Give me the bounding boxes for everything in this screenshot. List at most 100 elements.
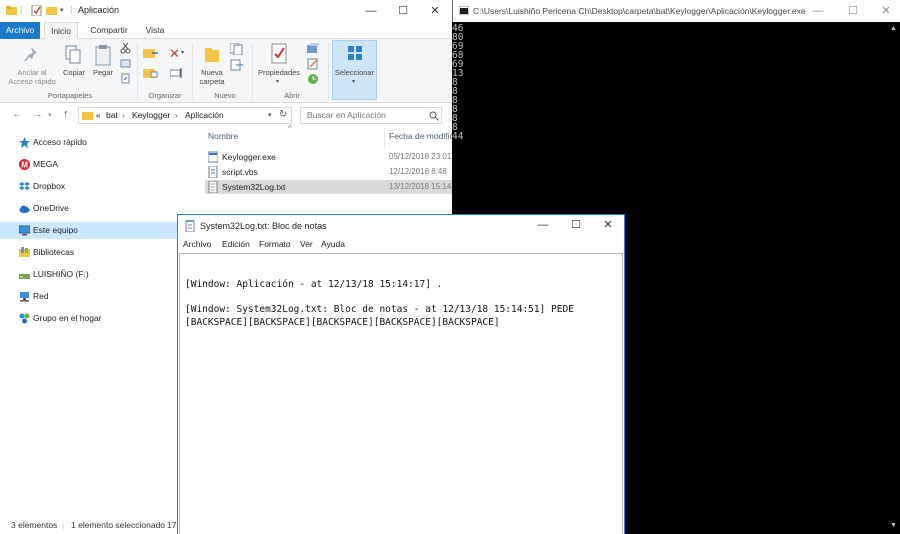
libraries-icon [19,247,30,257]
file-row[interactable]: Keylogger.exe 05/12/2018 23:01 [205,150,452,164]
nav-item-quick-access[interactable]: Acceso rápido [0,134,200,151]
homegroup-icon [19,313,30,324]
recent-locations-chevron-icon[interactable]: ▾ [48,111,52,119]
console-maximize-button[interactable]: ☐ [836,0,870,22]
nav-label: OneDrive [33,203,69,213]
search-icon [429,111,439,121]
copy-button[interactable]: Copiar [60,68,88,77]
group-nuevo: Nuevo [214,91,236,100]
notepad-text-area[interactable]: [Window: Aplicación - at 12/13/18 15:14:… [179,253,623,534]
column-header-name[interactable]: Nombre [208,131,238,141]
pin-quick-access-button[interactable]: Anclar al Acceso rápido [4,68,60,86]
customize-quick-access-chevron-icon[interactable]: ▾ [60,6,64,14]
tab-inicio[interactable]: Inicio [44,22,78,40]
console-close-button[interactable]: ✕ [869,0,900,22]
notepad-menu-bar: Archivo Edición Formato Ver Ayuda [178,236,624,253]
forward-arrow-icon[interactable]: → [32,108,43,120]
tab-vista[interactable]: Vista [140,22,170,39]
delete-icon[interactable]: ✕ [169,46,180,62]
menu-formato[interactable]: Formato [259,239,291,249]
history-icon[interactable] [307,73,319,85]
easy-access-icon[interactable] [230,59,244,71]
address-bar[interactable]: « bat › Keylogger › Aplicación ▾ ↻ [78,107,292,124]
console-icon [459,6,469,15]
address-part-aplicacion[interactable]: Aplicación [185,110,224,120]
file-row[interactable]: System32Log.txt 13/12/2018 15:14 [205,180,452,194]
nav-label: Dropbox [33,181,66,191]
notepad-close-button[interactable]: ✕ [591,215,624,236]
nav-item-libraries[interactable]: Bibliotecas [0,244,200,261]
new-folder-quick-icon[interactable] [46,5,57,16]
properties-chevron-icon[interactable]: ▾ [276,78,279,85]
scroll-up-arrow-icon[interactable]: ▲ [890,25,897,32]
file-date: 12/12/2018 8:48 [389,167,447,176]
edit-icon[interactable] [307,58,319,70]
console-minimize-button[interactable]: — [801,0,835,22]
cut-icon[interactable] [120,43,131,54]
move-to-icon[interactable] [143,47,159,59]
paste-button[interactable]: Pegar [90,68,116,77]
folder-icon [6,6,17,15]
nav-item-onedrive[interactable]: OneDrive [0,200,200,217]
address-history-chevron-icon[interactable]: ▾ [268,111,272,119]
refresh-icon[interactable]: ↻ [279,109,287,120]
new-folder-button[interactable]: Nueva carpeta [196,68,228,86]
address-folder-icon [82,112,93,120]
file-date: 05/12/2018 23:01 [389,152,452,161]
search-placeholder: Buscar en Aplicación [307,110,386,120]
group-abrir: Abrir [284,91,300,100]
menu-archivo[interactable]: Archivo [183,239,211,249]
search-box[interactable]: Buscar en Aplicación [300,107,442,124]
console-scrollbar[interactable]: ▲ ▼ [887,22,900,534]
nav-item-this-pc[interactable]: Este equipo [0,222,200,239]
file-name: System32Log.txt [222,182,286,192]
nav-label: Acceso rápido [33,137,87,147]
notepad-maximize-button[interactable]: ☐ [559,215,593,236]
pin-icon [24,47,37,62]
properties-check-icon[interactable] [31,5,42,16]
address-part-keylogger[interactable]: Keylogger [132,110,170,120]
rename-icon[interactable] [170,67,182,79]
tab-archivo[interactable]: Archivo [0,22,40,39]
paste-icon [95,45,111,66]
nav-item-drive-f[interactable]: LUISHIÑO (F:) [0,266,200,283]
select-button[interactable]: Seleccionar ▾ [332,40,377,100]
console-title-bar: C:\Users\Luishiño Pericena Ch\Desktop\ca… [452,0,900,22]
nav-item-mega[interactable]: M MEGA [0,156,200,173]
copy-path-icon[interactable] [120,58,131,69]
column-header-date[interactable]: Fecha de modific [389,131,452,141]
paste-shortcut-icon[interactable] [120,73,131,84]
menu-edicion[interactable]: Edición [222,239,250,249]
file-row[interactable]: script.vbs 12/12/2018 8:48 [205,165,452,179]
up-arrow-icon[interactable]: ↑ [63,108,69,120]
delete-chevron-icon[interactable]: ▾ [181,49,184,56]
address-part-bat[interactable]: bat [106,110,118,120]
svg-text:M: M [21,160,28,169]
nav-item-network[interactable]: Red [0,288,200,305]
properties-icon [271,43,287,64]
group-portapapeles: Portapapeles [47,91,93,100]
nav-item-dropbox[interactable]: Dropbox [0,178,200,195]
console-title: C:\Users\Luishiño Pericena Ch\Desktop\ca… [473,6,806,16]
notepad-minimize-button[interactable]: — [526,215,560,236]
menu-ayuda[interactable]: Ayuda [321,239,345,249]
explorer-title: Aplicación [78,5,120,15]
close-button[interactable]: ✕ [418,0,452,22]
new-item-icon[interactable] [230,43,244,55]
address-overflow[interactable]: « [96,110,101,120]
star-icon [19,137,30,148]
copy-to-icon[interactable] [143,67,159,79]
properties-button[interactable]: Propiedades [254,68,304,77]
new-folder-label-line1: Nueva [201,68,223,77]
nav-label: Red [33,291,49,301]
minimize-button[interactable]: — [354,0,388,22]
menu-ver[interactable]: Ver [300,239,313,249]
column-divider[interactable] [384,128,385,148]
nav-label: Grupo en el hogar [33,313,102,323]
back-arrow-icon[interactable]: ← [12,108,23,120]
tab-compartir[interactable]: Compartir [86,22,132,39]
nav-item-homegroup[interactable]: Grupo en el hogar [0,310,200,327]
open-icon[interactable] [307,43,319,54]
scroll-down-arrow-icon[interactable]: ▼ [890,522,897,529]
maximize-button[interactable]: ☐ [386,0,420,22]
